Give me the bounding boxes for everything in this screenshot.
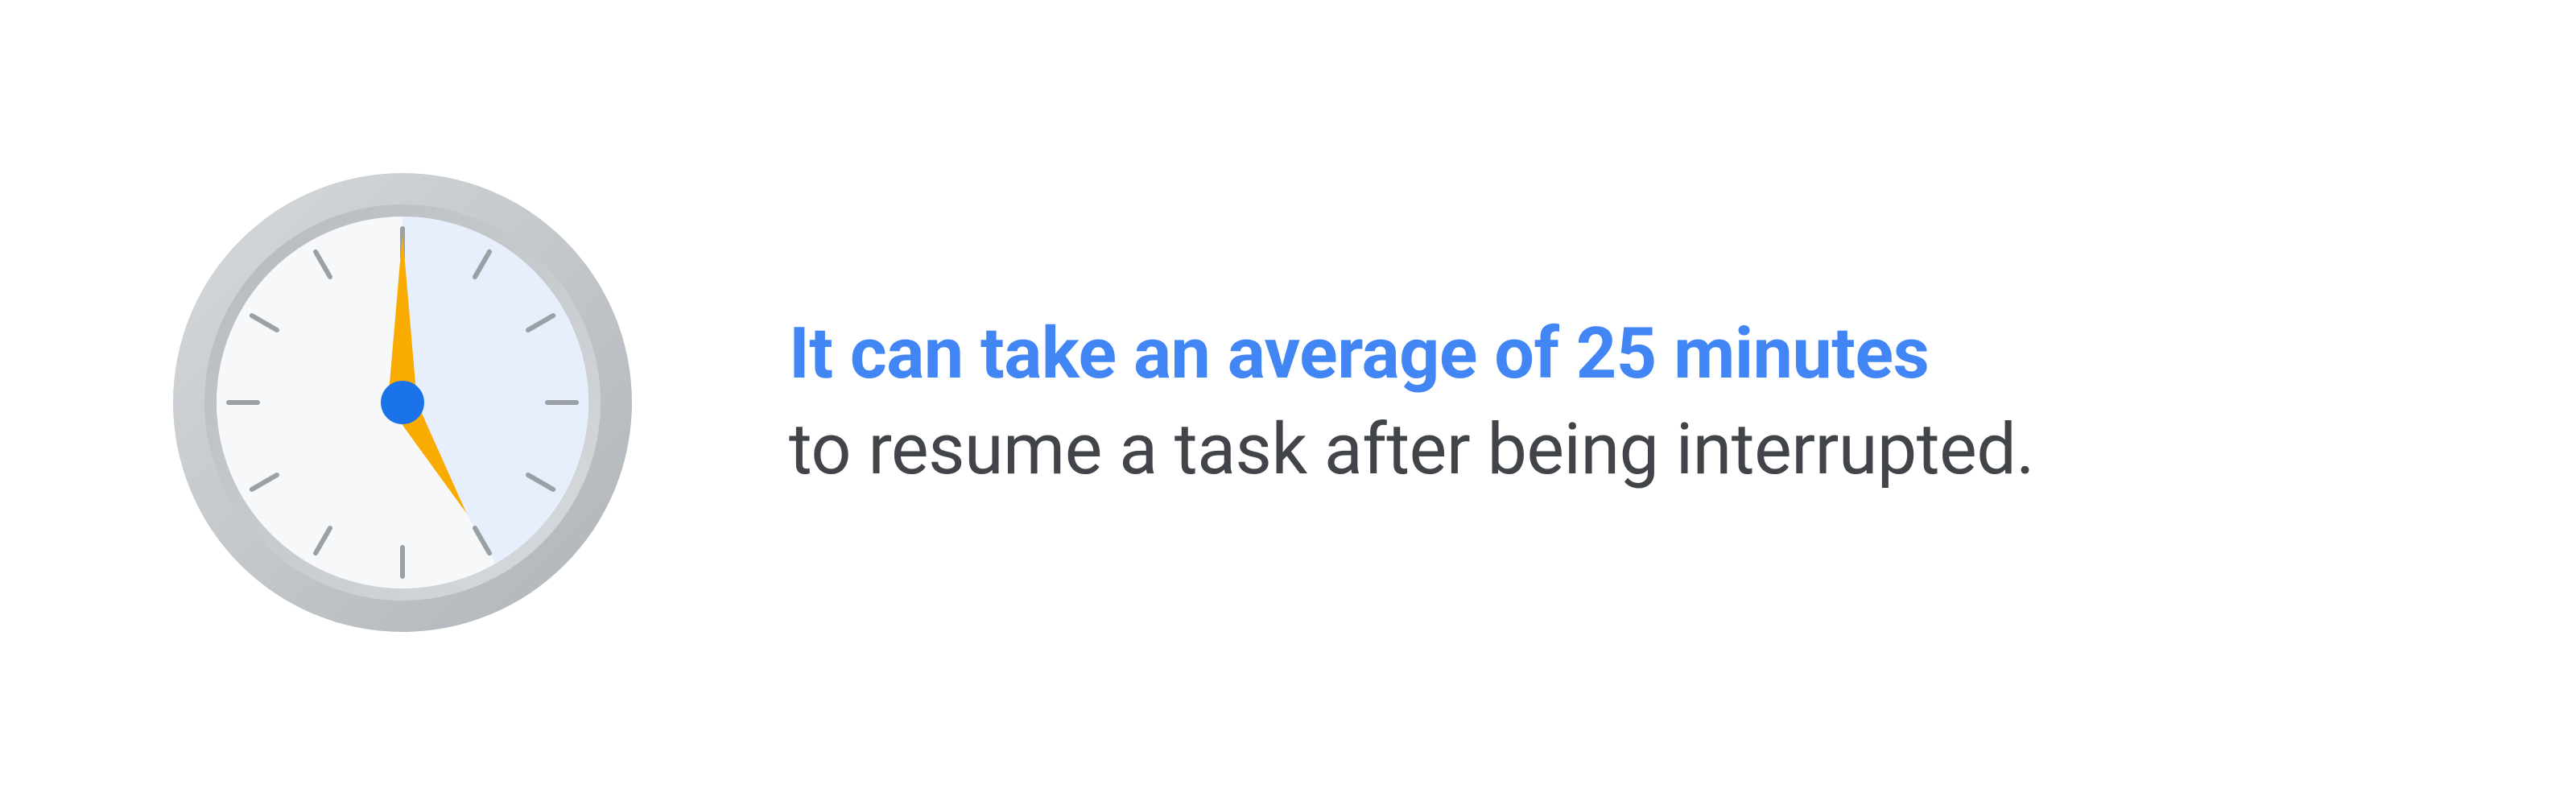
clock-icon	[161, 161, 644, 644]
infographic-container: It can take an average of 25 minutes to …	[161, 161, 2034, 644]
infographic-text: It can take an average of 25 minutes to …	[789, 307, 2034, 498]
subline-text: to resume a task after being interrupted…	[789, 402, 2034, 498]
headline-text: It can take an average of 25 minutes	[789, 307, 2034, 402]
clock-illustration	[161, 161, 644, 644]
